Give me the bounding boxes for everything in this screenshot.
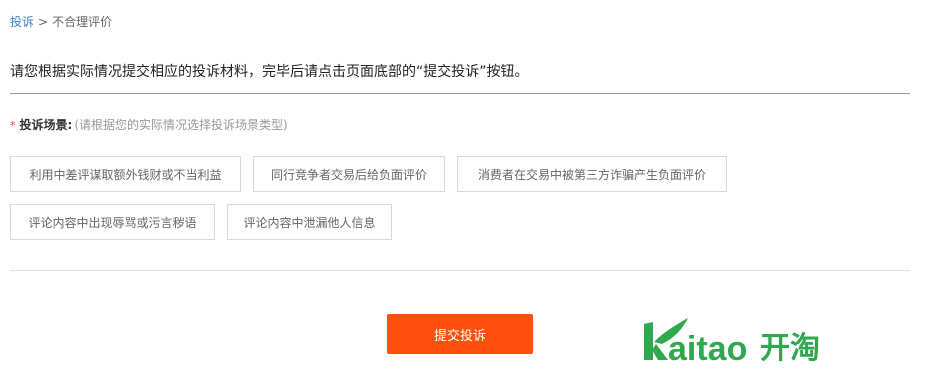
scene-option-abusive-language[interactable]: 评论内容中出现辱骂或污言秽语: [10, 204, 215, 240]
scene-option-extortion[interactable]: 利用中差评谋取额外钱财或不当利益: [10, 156, 241, 192]
submit-complaint-button[interactable]: 提交投诉: [387, 314, 533, 354]
scene-title: 投诉场景:: [19, 118, 73, 132]
divider-top: [10, 93, 910, 94]
breadcrumb: 投诉 > 不合理评价: [10, 14, 112, 30]
breadcrumb-separator: >: [38, 15, 49, 29]
breadcrumb-link-complaint[interactable]: 投诉: [10, 15, 34, 29]
kaitao-logo: aitao 开淘: [644, 318, 820, 368]
scene-option-third-party-fraud[interactable]: 消费者在交易中被第三方诈骗产生负面评价: [457, 156, 727, 192]
scene-option-privacy-leak[interactable]: 评论内容中泄漏他人信息: [227, 204, 392, 240]
divider-bottom: [10, 270, 910, 271]
instruction-text: 请您根据实际情况提交相应的投诉材料，完毕后请点击页面底部的“提交投诉”按钮。: [10, 64, 529, 80]
logo-cn-text: 开淘: [760, 331, 820, 366]
logo-latin-text: aitao: [668, 330, 747, 368]
required-mark: *: [10, 119, 16, 132]
breadcrumb-current: 不合理评价: [52, 15, 113, 29]
scene-option-competitor[interactable]: 同行竞争者交易后给负面评价: [253, 156, 445, 192]
scene-hint: (请根据您的实际情况选择投诉场景类型): [74, 118, 288, 132]
scene-label: * 投诉场景: (请根据您的实际情况选择投诉场景类型): [10, 117, 288, 134]
